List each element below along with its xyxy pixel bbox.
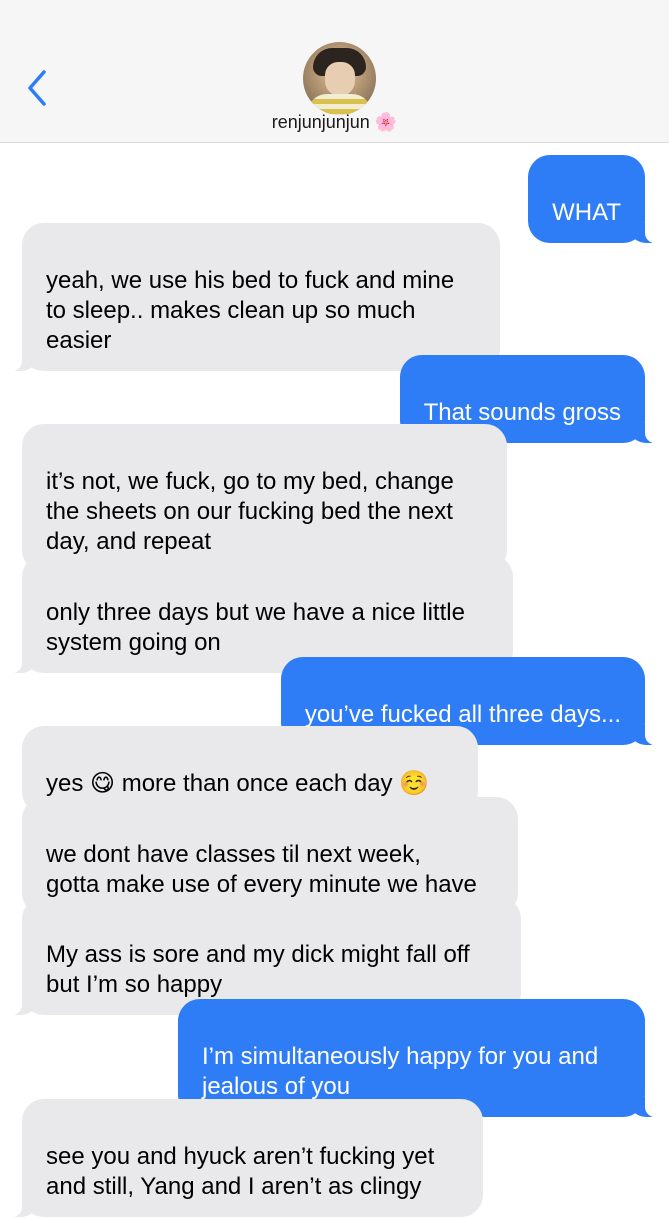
message-text: yes 😋 more than once each day ☺️ (46, 770, 430, 797)
message-text: it’s not, we fuck, go to my bed, change … (46, 468, 454, 555)
message-bubble-outgoing[interactable]: WHAT (528, 155, 657, 243)
message-text: we dont have classes til next week, gott… (46, 841, 477, 898)
message-bubble-incoming[interactable]: we dont have classes til next week, gott… (22, 797, 518, 915)
message-text: WHAT (552, 199, 621, 226)
message-text: That sounds gross (423, 399, 621, 426)
message-bubble-incoming[interactable]: yeah, we use his bed to fuck and mine to… (10, 223, 500, 371)
message-text: see you and hyuck aren’t fucking yet and… (46, 1143, 435, 1200)
flower-emoji: 🌸 (374, 112, 398, 132)
chevron-left-icon[interactable] (22, 66, 54, 110)
message-bubble-incoming[interactable]: only three days but we have a nice littl… (10, 555, 513, 673)
contact-name-button[interactable]: renjunjunjun 🌸 (0, 112, 669, 133)
message-text: My ass is sore and my dick might fall of… (46, 941, 470, 998)
message-text: I’m simultaneously happy for you and jea… (202, 1043, 599, 1100)
message-bubble-incoming[interactable]: see you and hyuck aren’t fucking yet and… (10, 1099, 483, 1217)
message-text: yeah, we use his bed to fuck and mine to… (46, 267, 455, 354)
message-bubble-incoming[interactable]: My ass is sore and my dick might fall of… (10, 897, 521, 1015)
conversation-header: renjunjunjun 🌸 (0, 0, 669, 143)
message-text: you’ve fucked all three days... (304, 701, 621, 728)
message-text: only three days but we have a nice littl… (46, 599, 465, 656)
avatar[interactable] (303, 42, 376, 115)
message-bubble-incoming[interactable]: it’s not, we fuck, go to my bed, change … (22, 424, 507, 572)
contact-name: renjunjunjun (271, 112, 370, 132)
